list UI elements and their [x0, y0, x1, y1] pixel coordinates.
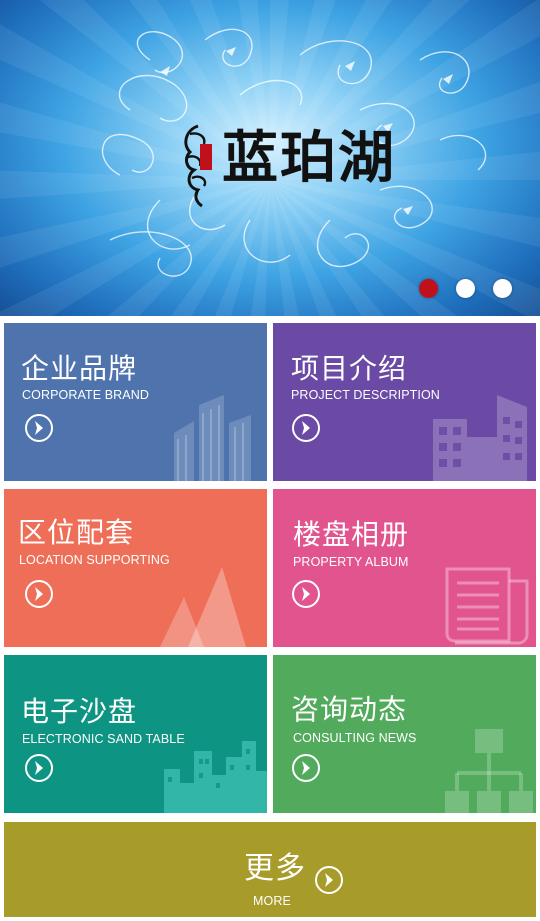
arrow-circle-icon[interactable] — [24, 579, 54, 609]
buildings-icon — [174, 395, 251, 481]
tile-title-en: PROPERTY ALBUM — [293, 555, 409, 569]
tile-title-en: PROJECT DESCRIPTION — [291, 388, 440, 402]
tile-title-en: CONSULTING NEWS — [293, 731, 417, 745]
office-building-icon — [433, 395, 527, 481]
arrow-circle-icon[interactable] — [291, 579, 321, 609]
brand-logo-mark — [184, 124, 212, 208]
arrow-circle-icon[interactable] — [24, 753, 54, 783]
tile-title-cn: 项目介绍 — [291, 352, 408, 385]
tile-title-en: ELECTRONIC SAND TABLE — [22, 732, 185, 746]
tile-title-cn: 企业品牌 — [21, 352, 138, 385]
carousel-dot-1[interactable] — [419, 279, 438, 298]
arrow-circle-icon[interactable] — [314, 865, 344, 895]
carousel-dot-3[interactable] — [493, 279, 512, 298]
tile-project-description[interactable]: 项目介绍 PROJECT DESCRIPTION — [273, 323, 536, 481]
tile-title-cn: 区位配套 — [18, 516, 135, 549]
tile-consulting-news[interactable]: 咨询动态 CONSULTING NEWS — [273, 655, 536, 813]
carousel-indicators — [419, 279, 512, 298]
tile-property-album[interactable]: 楼盘相册 PROPERTY ALBUM — [273, 489, 536, 647]
tile-title-en: LOCATION SUPPORTING — [19, 553, 170, 567]
tile-title-cn: 楼盘相册 — [293, 518, 410, 551]
arrow-circle-icon[interactable] — [291, 413, 321, 443]
more-title-en: MORE — [253, 894, 291, 908]
tile-title-cn: 咨询动态 — [291, 693, 408, 726]
tile-electronic-sand-table[interactable]: 电子沙盘 ELECTRONIC SAND TABLE — [4, 655, 267, 813]
arrow-circle-icon[interactable] — [291, 753, 321, 783]
org-chart-icon — [445, 729, 533, 813]
mountain-icon — [160, 567, 246, 647]
newspaper-icon — [445, 567, 529, 645]
tile-corporate-brand[interactable]: 企业品牌 CORPORATE BRAND — [4, 323, 267, 481]
more-title-cn: 更多 — [244, 851, 306, 886]
hero-banner[interactable]: 蓝珀湖 — [0, 0, 540, 316]
tile-title-en: CORPORATE BRAND — [22, 388, 149, 402]
arrow-circle-icon[interactable] — [24, 413, 54, 443]
brand-name: 蓝珀湖 — [222, 125, 396, 191]
more-button[interactable]: 更多 MORE — [4, 822, 536, 917]
carousel-dot-2[interactable] — [456, 279, 475, 298]
tile-location-supporting[interactable]: 区位配套 LOCATION SUPPORTING — [4, 489, 267, 647]
tile-title-cn: 电子沙盘 — [21, 695, 138, 728]
